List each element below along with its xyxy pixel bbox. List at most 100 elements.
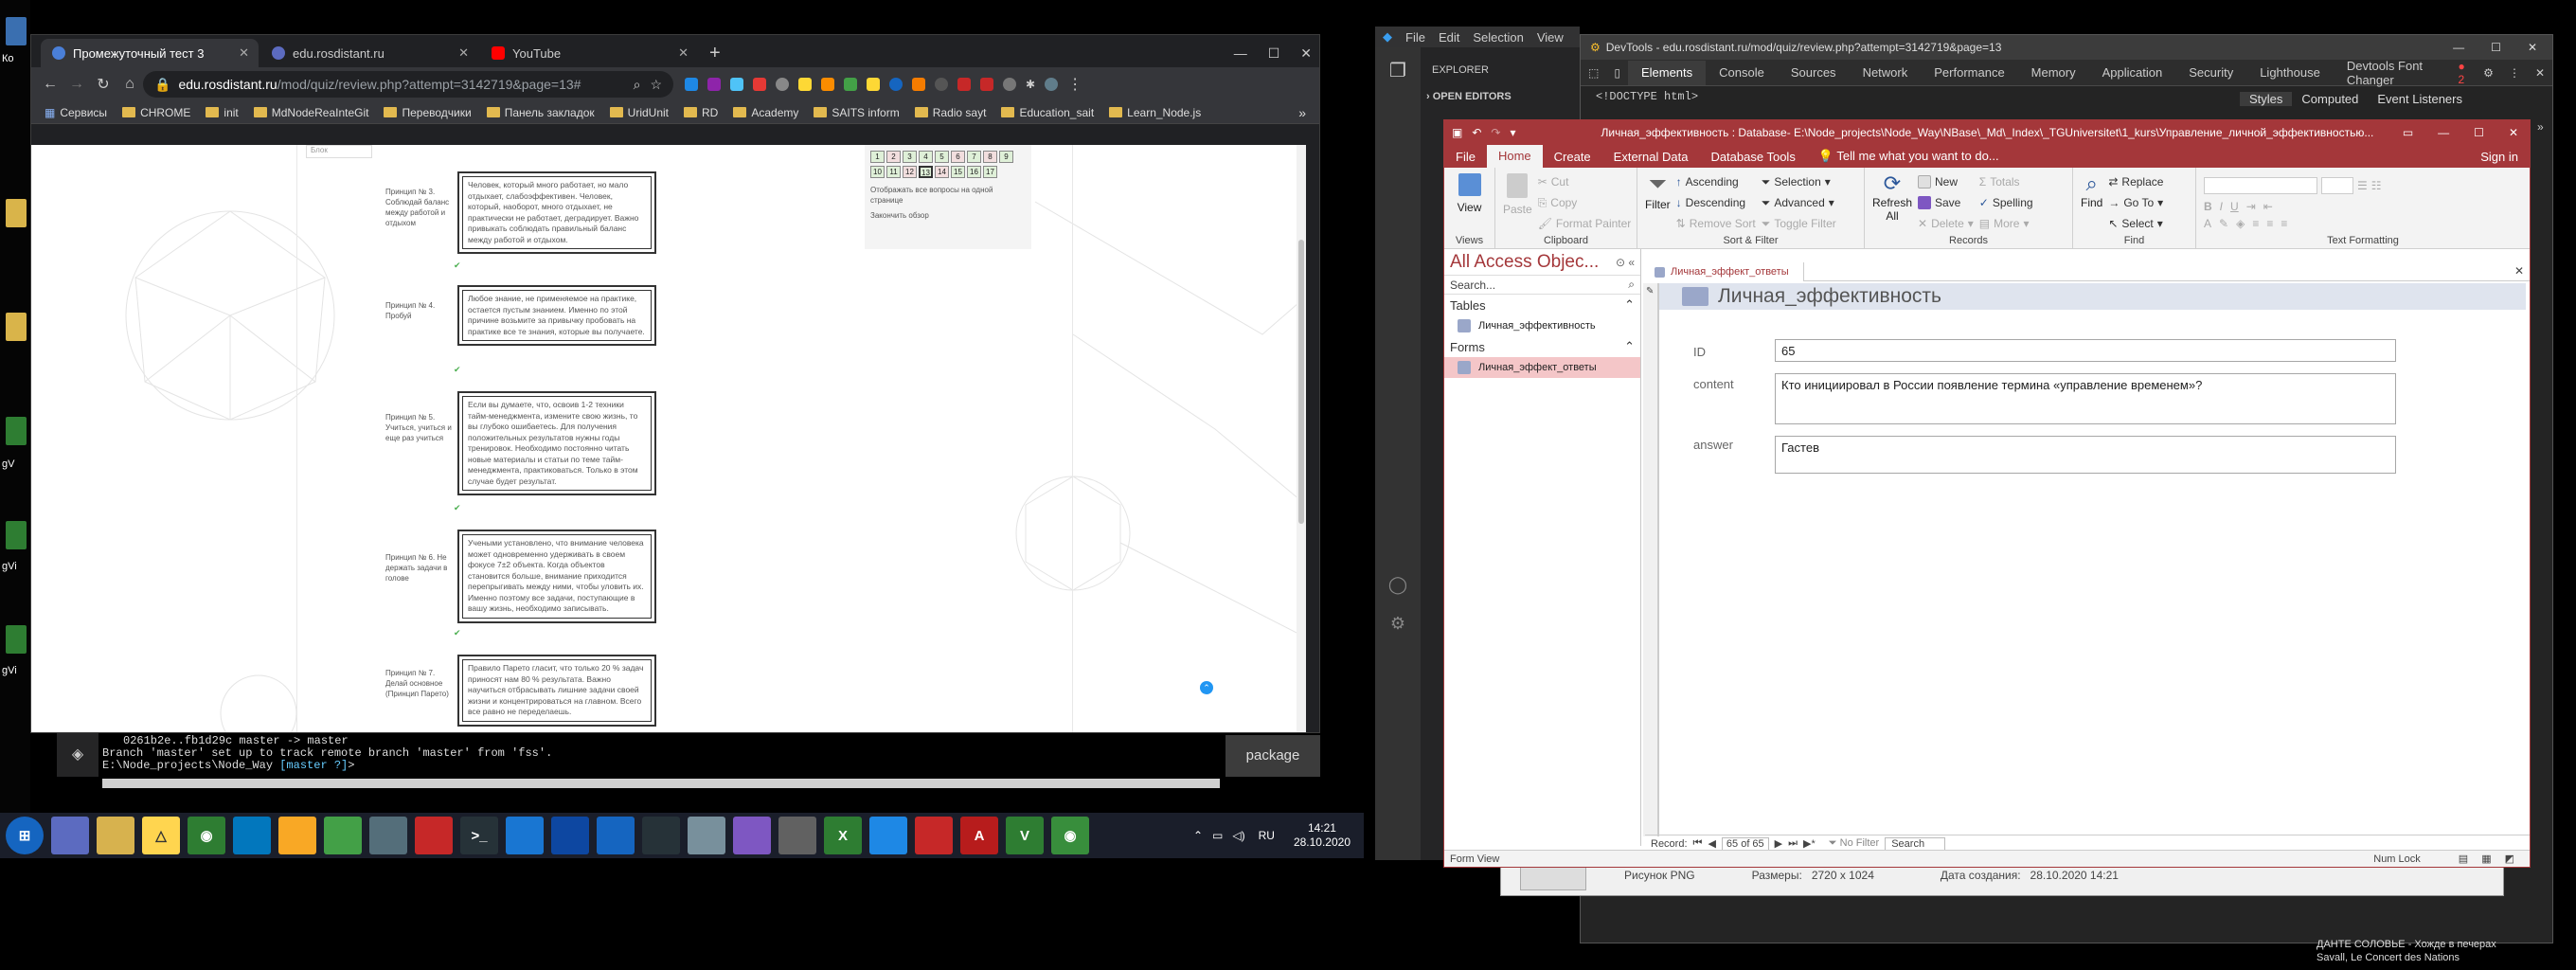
horizontal-scrollbar[interactable] (102, 779, 1220, 788)
bookmark-folder[interactable]: UridUnit (609, 106, 669, 119)
extension-icon[interactable] (776, 78, 789, 91)
tab-console[interactable]: Console (1706, 61, 1778, 85)
desktop-icon[interactable] (6, 417, 27, 445)
remove-sort-button[interactable]: ⇅ Remove Sort (1676, 213, 1756, 234)
extension-icon[interactable] (707, 78, 721, 91)
close-tab-icon[interactable]: ✕ (678, 45, 689, 61)
selection-button[interactable]: ⏷ Selection ▾ (1762, 171, 1836, 192)
maximize-icon[interactable]: ☐ (2491, 41, 2501, 54)
chrome-icon[interactable]: ◉ (188, 817, 225, 854)
tab-devtools-font-changer[interactable]: Devtools Font Changer (2334, 59, 2453, 87)
tab-quiz[interactable]: Промежуточный тест 3 ✕ (41, 39, 259, 67)
italic-icon[interactable]: I (2220, 200, 2223, 213)
answer-field[interactable]: Гастев (1775, 436, 2396, 474)
datasheet-view-icon[interactable]: ▦ (2481, 853, 2491, 865)
fill-icon[interactable]: ◈ (2236, 217, 2245, 230)
search-icon[interactable]: ⌕ (634, 77, 641, 93)
tab-performance[interactable]: Performance (1921, 61, 2017, 85)
extension-icon[interactable] (753, 78, 766, 91)
show-all-link[interactable]: Отображать все вопросы на одной странице (870, 185, 1026, 206)
extension-icon[interactable] (912, 78, 925, 91)
document-tab[interactable]: Личная_эффект_ответы (1645, 262, 1804, 281)
quiz-nav-button[interactable]: 4 (919, 151, 933, 163)
design-view-icon[interactable]: ◩ (2505, 853, 2514, 865)
minimize-icon[interactable]: — (1234, 45, 1247, 61)
tab-application[interactable]: Application (2089, 61, 2176, 85)
package-button[interactable]: package (1225, 735, 1320, 777)
open-editors-section[interactable]: › OPEN EDITORS (1426, 91, 1512, 102)
account-icon[interactable]: ◯ (1375, 575, 1421, 595)
quiz-nav-button[interactable]: 1 (870, 151, 885, 163)
network-icon[interactable]: ▭ (1212, 829, 1223, 842)
vscode-icon[interactable] (506, 817, 544, 854)
inspect-icon[interactable]: ⬚ (1581, 66, 1606, 80)
vim-icon[interactable]: V (1006, 817, 1044, 854)
gear-icon[interactable]: ⚙ (2476, 66, 2501, 80)
numbering-icon[interactable]: ☷ (2371, 175, 2382, 196)
menu-view[interactable]: View (1537, 30, 1564, 45)
menu-edit[interactable]: Edit (1439, 30, 1459, 45)
quiz-nav-button[interactable]: 7 (967, 151, 981, 163)
first-record-icon[interactable]: ⏮ (1693, 837, 1703, 850)
underline-icon[interactable]: U (2230, 200, 2239, 213)
bookmark-folder[interactable]: Панель закладок (486, 106, 595, 119)
select-button[interactable]: ↖ Select ▾ (2108, 213, 2163, 234)
quiz-nav-button[interactable]: 6 (951, 151, 965, 163)
tab-memory[interactable]: Memory (2018, 61, 2089, 85)
access-icon[interactable]: A (960, 817, 998, 854)
close-window-icon[interactable]: ✕ (2509, 126, 2518, 139)
extension-icon[interactable] (685, 78, 698, 91)
avatar[interactable] (1045, 78, 1059, 91)
more-menu-icon[interactable]: ⋮ (2501, 66, 2528, 80)
close-tab-icon[interactable]: ✕ (458, 45, 469, 61)
bookmark-folder[interactable]: Academy (733, 106, 798, 119)
app-icon[interactable] (597, 817, 635, 854)
app-icon[interactable] (233, 817, 271, 854)
bookmark-folder[interactable]: init (206, 106, 239, 119)
menu-selection[interactable]: Selection (1473, 30, 1523, 45)
quiz-nav-button[interactable]: 5 (935, 151, 949, 163)
sign-in-link[interactable]: Sign in (2480, 150, 2530, 164)
format-painter-button[interactable]: 🖌 Format Painter (1538, 213, 1632, 234)
maximize-icon[interactable]: ☐ (1268, 45, 1280, 62)
align-right-icon[interactable]: ≡ (2281, 217, 2287, 230)
nav-section-forms[interactable]: Forms ⌃ (1444, 336, 1640, 357)
finish-review-link[interactable]: Закончить обзор (870, 211, 1026, 220)
form-view-icon[interactable]: ▤ (2459, 853, 2468, 865)
more-button[interactable]: ▤ More ▾ (1979, 213, 2033, 234)
new-record-icon[interactable]: ▶* (1803, 837, 1816, 850)
bookmark-folder[interactable]: SAITS inform (814, 106, 900, 119)
goto-button[interactable]: → Go To ▾ (2108, 192, 2163, 213)
record-selector[interactable]: ✎ (1643, 283, 1658, 836)
desktop-icon[interactable] (6, 17, 27, 45)
redo-icon[interactable]: ↷ (1491, 126, 1500, 139)
more-tabs-icon[interactable]: » (2537, 120, 2544, 134)
undo-icon[interactable]: ↶ (1472, 126, 1481, 139)
tell-me-box[interactable]: 💡 Tell me what you want to do... (1807, 149, 2011, 164)
next-record-icon[interactable]: ▶ (1775, 837, 1782, 850)
maximize-icon[interactable]: ☐ (2474, 126, 2484, 139)
quiz-nav-button[interactable]: 2 (886, 151, 901, 163)
tab-event-listeners[interactable]: Event Listeners (2368, 92, 2472, 106)
ascending-button[interactable]: ↑ Ascending (1676, 171, 1756, 192)
extension-icon[interactable] (730, 78, 743, 91)
previous-record-icon[interactable]: ◀ (1708, 837, 1715, 850)
forward-icon[interactable]: → (63, 76, 90, 93)
app-icon[interactable] (369, 817, 407, 854)
address-bar[interactable]: 🔒 edu.rosdistant.ru/mod/quiz/review.php?… (143, 71, 673, 98)
bookmark-folder[interactable]: Переводчики (384, 106, 472, 119)
toggle-filter-button[interactable]: ⏷ Toggle Filter (1762, 213, 1836, 234)
nav-menu-chevron-icon[interactable]: ⊙ « (1616, 256, 1635, 269)
quiz-nav-button[interactable]: 15 (951, 166, 965, 178)
quiz-nav-button[interactable]: 14 (935, 166, 949, 178)
bookmark-folder[interactable]: MdNodeReaInteGit (253, 106, 368, 119)
app-icon[interactable] (915, 817, 953, 854)
extension-icon[interactable] (798, 78, 812, 91)
descending-button[interactable]: ↓ Descending (1676, 192, 1756, 213)
folder-icon[interactable] (6, 199, 27, 227)
extension-icon[interactable] (980, 78, 993, 91)
align-center-icon[interactable]: ≡ (2266, 217, 2273, 230)
terminal-icon[interactable]: >_ (460, 817, 498, 854)
scroll-top-icon[interactable]: ⌃ (1200, 681, 1213, 694)
nav-item-table[interactable]: Личная_эффективность (1444, 315, 1640, 336)
